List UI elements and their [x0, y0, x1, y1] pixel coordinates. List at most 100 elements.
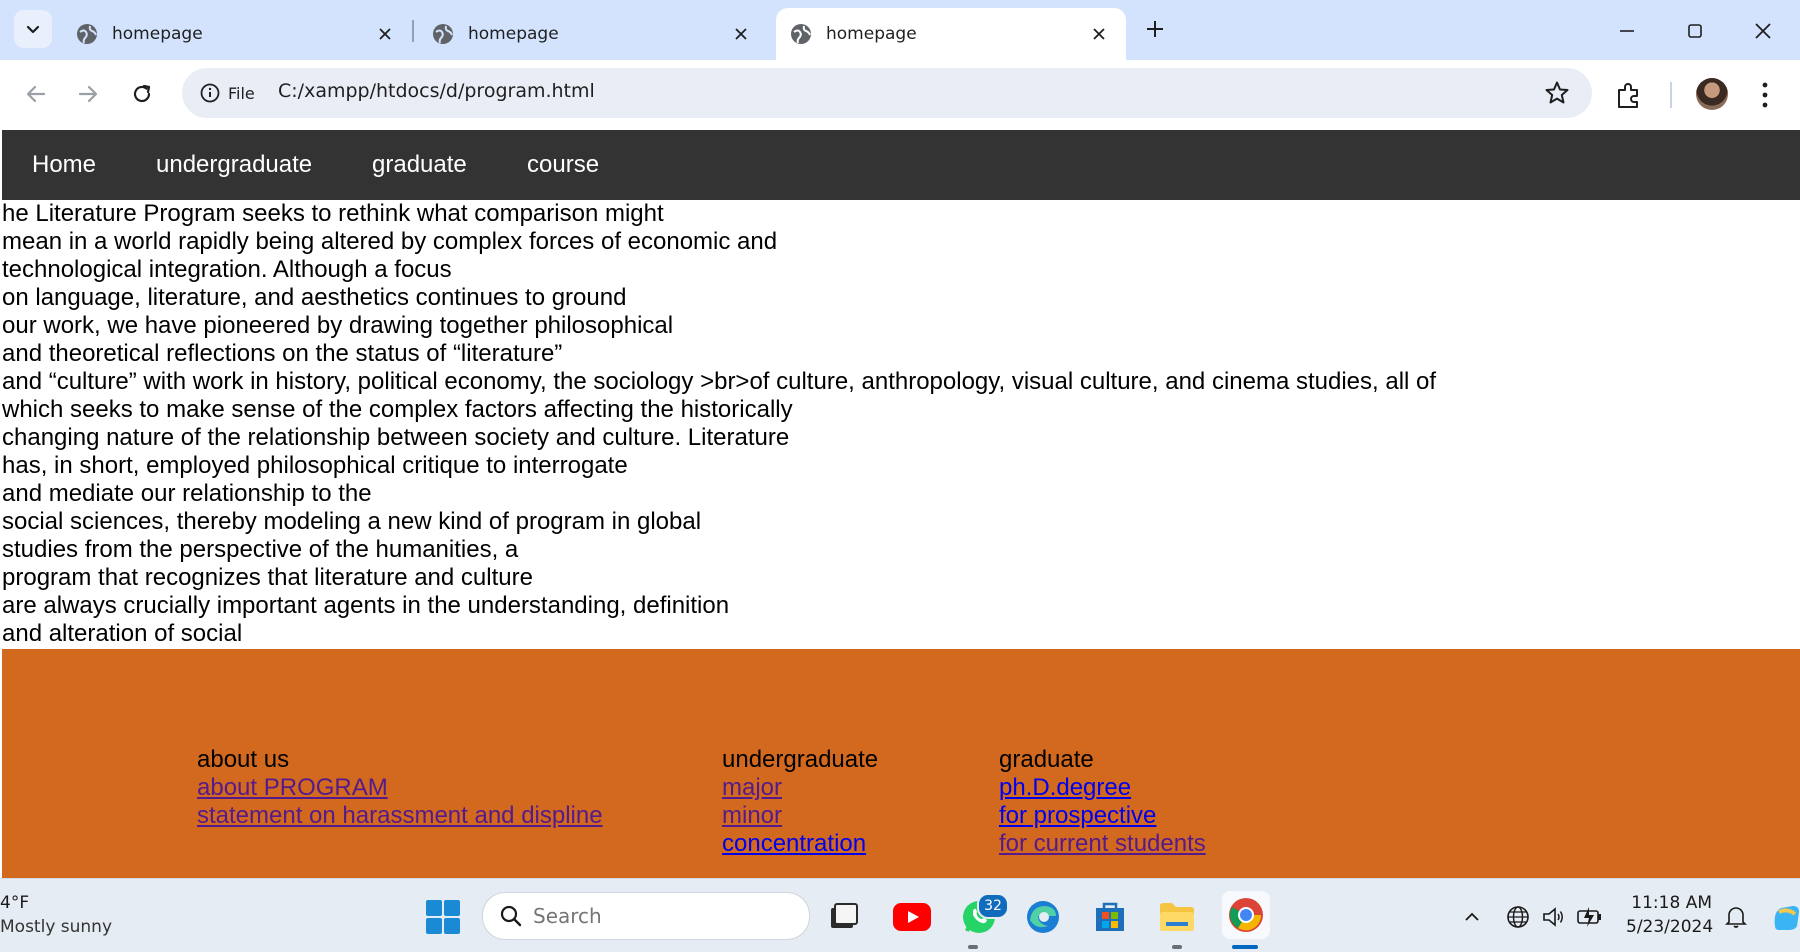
footer-link-about-program[interactable]: about PROGRAM	[197, 774, 603, 802]
tab-search-button[interactable]	[14, 10, 52, 48]
start-button[interactable]	[423, 897, 463, 937]
close-icon[interactable]	[374, 23, 396, 45]
battery-button[interactable]	[1570, 897, 1610, 937]
taskbar-search-input[interactable]	[531, 903, 775, 929]
system-clock[interactable]: 11:18 AM 5/23/2024	[1626, 891, 1714, 939]
text-line: and theoretical reflections on the statu…	[2, 340, 563, 367]
footer-about-column: about us about PROGRAM statement on hara…	[197, 746, 603, 830]
globe-icon	[791, 24, 811, 44]
nav-course[interactable]: course	[527, 151, 599, 179]
footer: about us about PROGRAM statement on hara…	[2, 649, 1800, 878]
text-line: social sciences, thereby modeling a new …	[2, 508, 702, 535]
text-line: studies from the perspective of the huma…	[2, 536, 519, 563]
extensions-puzzle-icon[interactable]	[1614, 80, 1644, 110]
text-line: and mediate our relationship to the	[2, 480, 372, 507]
nav-undergraduate[interactable]: undergraduate	[156, 151, 312, 179]
arrow-left-icon	[26, 85, 46, 103]
copilot-icon	[1774, 906, 1799, 930]
text-line: our work, we have pioneered by drawing t…	[2, 312, 674, 339]
footer-graduate-column: graduate ph.D.degree for prospective for…	[999, 746, 1206, 858]
browser-toolbar: File C:/xampp/htdocs/d/program.html	[0, 60, 1800, 130]
program-description: he Literature Program seeks to rethink w…	[2, 200, 1800, 648]
edge-icon	[1027, 901, 1059, 933]
windows-taskbar: 4°F Mostly sunny 32 11:	[0, 878, 1800, 952]
running-indicator	[968, 945, 978, 949]
text-line: technological integration. Although a fo…	[2, 256, 452, 283]
network-button[interactable]	[1498, 897, 1538, 937]
text-line: mean in a world rapidly being altered by…	[2, 228, 778, 255]
window-close-button[interactable]	[1746, 14, 1780, 48]
notification-badge: 32	[977, 893, 1009, 919]
minimize-button[interactable]	[1610, 14, 1644, 48]
tab-2[interactable]: homepage	[418, 8, 768, 60]
footer-link-harassment-statement[interactable]: statement on harassment and displine	[197, 802, 603, 830]
footer-link-major[interactable]: major	[722, 774, 878, 802]
text-line: has, in short, employed philosophical cr…	[2, 452, 628, 479]
top-navbar: Home undergraduate graduate course	[2, 130, 1800, 200]
task-view-button[interactable]	[824, 897, 864, 937]
footer-heading: undergraduate	[722, 746, 879, 773]
youtube-app[interactable]	[892, 897, 932, 937]
footer-link-phd-degree[interactable]: ph.D.degree	[999, 774, 1206, 802]
nav-home[interactable]: Home	[32, 151, 96, 179]
maximize-icon	[1688, 24, 1702, 38]
tab-1[interactable]: homepage	[62, 8, 412, 60]
chevron-up-icon	[1465, 912, 1479, 921]
bookmark-star-icon[interactable]	[1544, 80, 1570, 106]
microsoft-store-app[interactable]	[1090, 897, 1130, 937]
footer-link-prospective[interactable]: for prospective	[999, 802, 1206, 830]
tab-title: homepage	[826, 24, 917, 44]
show-hidden-icons-button[interactable]	[1452, 897, 1492, 937]
maximize-button[interactable]	[1678, 14, 1712, 48]
clock-time: 11:18 AM	[1631, 893, 1712, 913]
volume-button[interactable]	[1534, 897, 1574, 937]
toolbar-separator	[1670, 82, 1672, 108]
clock-date: 5/23/2024	[1626, 917, 1714, 937]
footer-undergraduate-column: undergraduate major minor concentration	[722, 746, 878, 858]
weather-widget[interactable]: 4°F Mostly sunny	[0, 891, 112, 939]
web-page: Home undergraduate graduate course he Li…	[2, 130, 1800, 878]
reload-icon	[133, 84, 151, 103]
footer-link-concentration[interactable]: concentration	[722, 830, 878, 858]
nav-graduate[interactable]: graduate	[372, 151, 467, 179]
speaker-icon	[1543, 907, 1563, 927]
chevron-down-icon	[26, 25, 40, 34]
address-bar[interactable]: File C:/xampp/htdocs/d/program.html	[182, 68, 1592, 118]
tab-3-active[interactable]: homepage	[776, 8, 1126, 60]
battery-charging-icon	[1577, 907, 1601, 927]
search-icon	[500, 905, 522, 927]
close-icon[interactable]	[1088, 23, 1110, 45]
file-explorer-app[interactable]	[1157, 897, 1197, 937]
notifications-button[interactable]	[1716, 897, 1756, 937]
text-line: and “culture” with work in history, poli…	[2, 368, 1437, 395]
globe-icon	[433, 24, 453, 44]
footer-link-current-students[interactable]: for current students	[999, 830, 1206, 858]
kebab-menu-icon[interactable]	[1755, 78, 1775, 112]
globe-icon	[77, 24, 97, 44]
site-info-chip[interactable]: File	[192, 75, 267, 111]
text-line: on language, literature, and aesthetics …	[2, 284, 627, 311]
forward-button[interactable]	[70, 76, 106, 112]
chrome-app-active[interactable]	[1222, 891, 1270, 939]
close-icon[interactable]	[730, 23, 752, 45]
footer-heading: about us	[197, 746, 290, 773]
tab-strip: homepage homepage homepage	[0, 0, 1800, 60]
back-button[interactable]	[18, 76, 54, 112]
footer-link-minor[interactable]: minor	[722, 802, 878, 830]
chrome-icon	[1229, 898, 1263, 932]
plus-icon	[1147, 21, 1163, 37]
task-view-icon	[831, 903, 858, 928]
arrow-right-icon	[78, 85, 98, 103]
text-line: he Literature Program seeks to rethink w…	[2, 200, 664, 227]
reload-button[interactable]	[124, 76, 160, 112]
new-tab-button[interactable]	[1140, 14, 1170, 44]
taskbar-search[interactable]	[482, 892, 810, 940]
weather-temperature: 4°F	[0, 893, 30, 913]
tab-separator	[412, 20, 414, 42]
url-text[interactable]: C:/xampp/htdocs/d/program.html	[278, 80, 595, 102]
copilot-button[interactable]	[1766, 897, 1800, 937]
info-icon	[200, 83, 220, 103]
edge-app[interactable]	[1023, 897, 1063, 937]
running-indicator	[1172, 945, 1182, 949]
profile-avatar[interactable]	[1696, 78, 1728, 110]
